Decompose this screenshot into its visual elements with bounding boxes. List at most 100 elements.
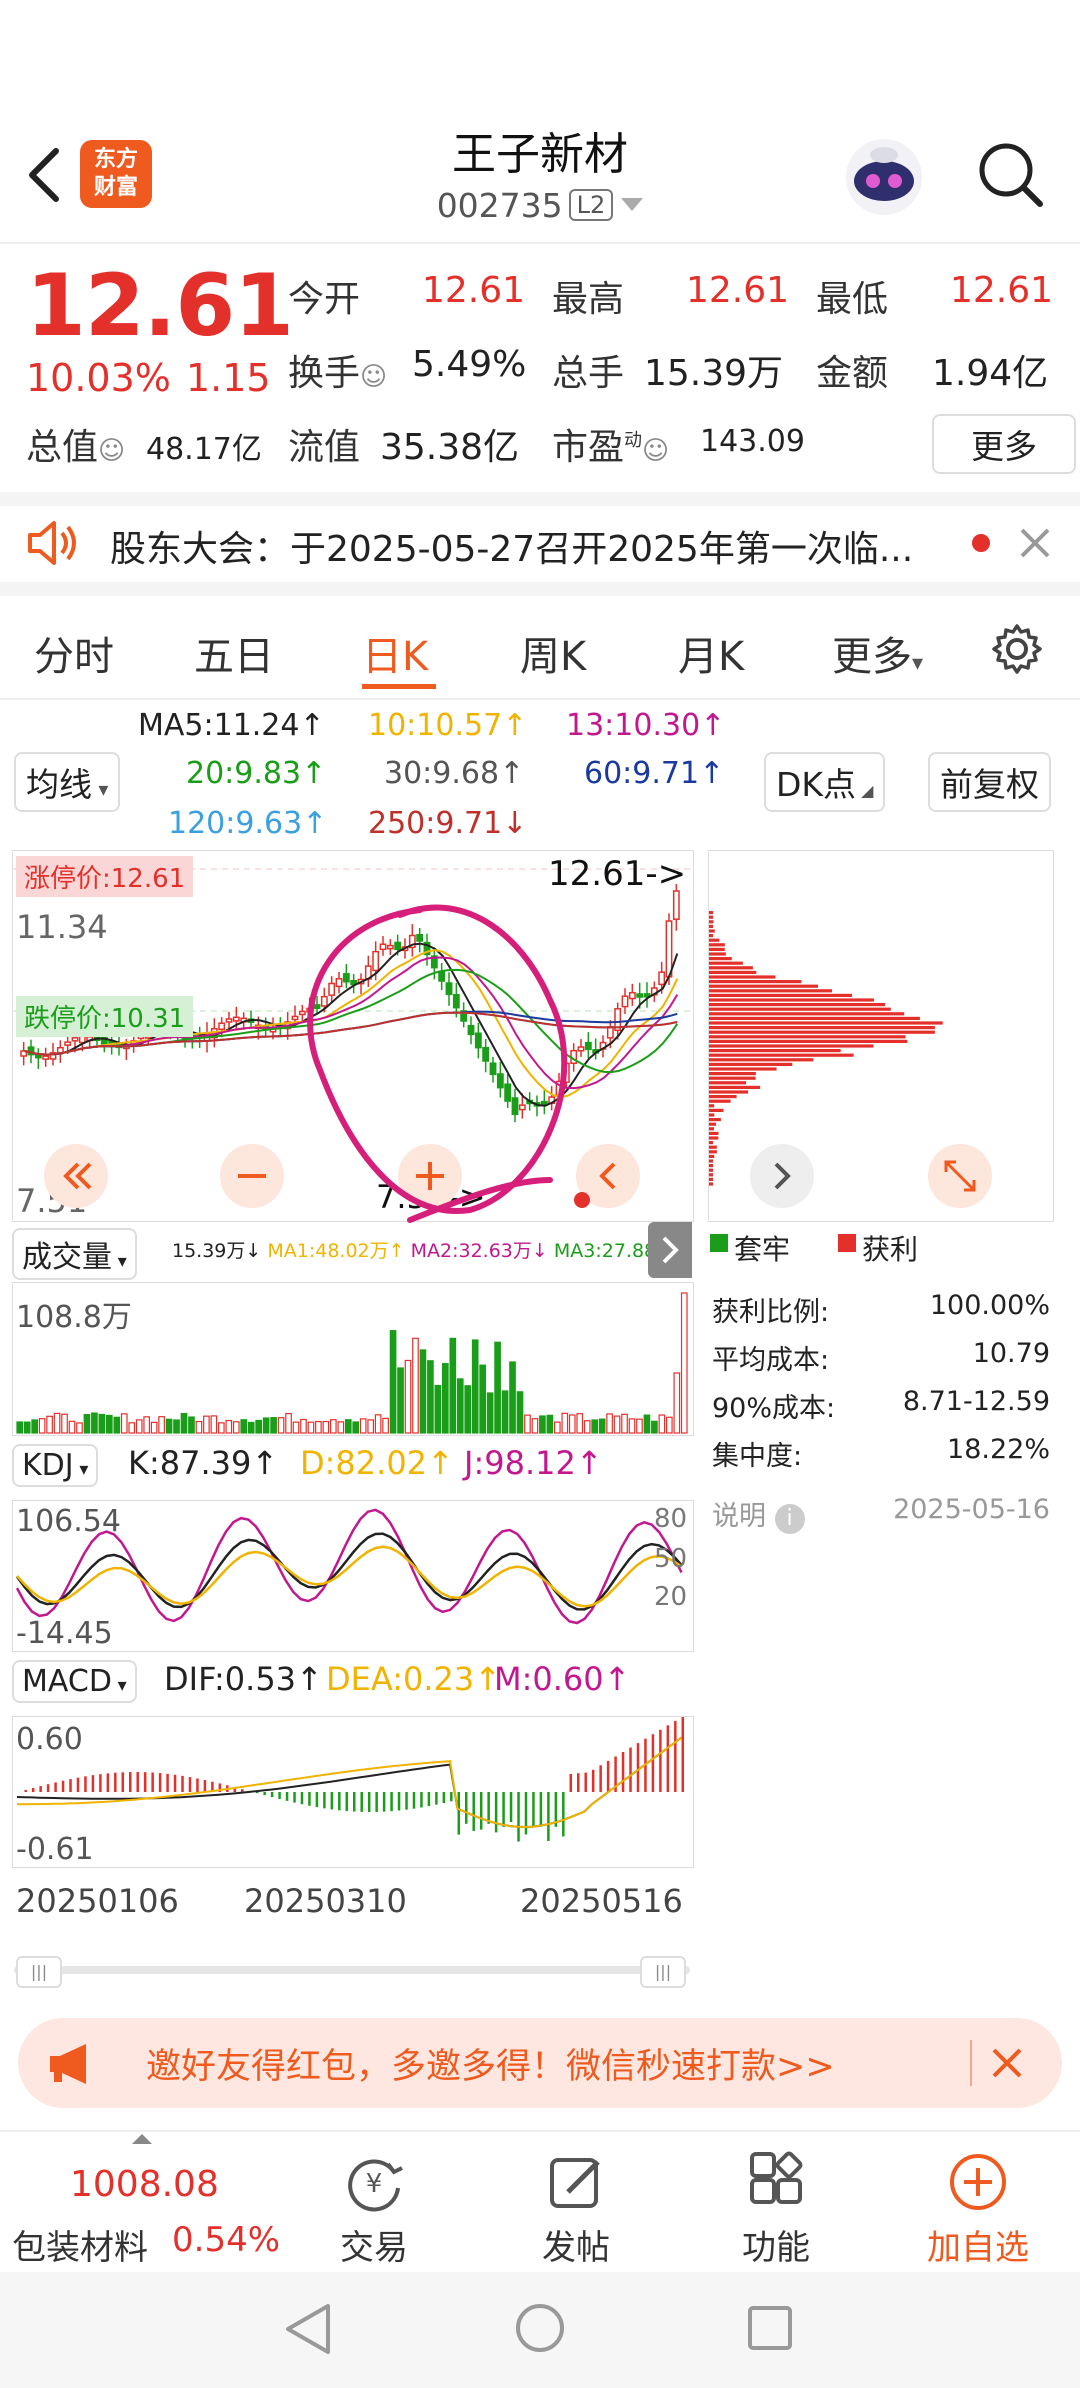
volume-bar: [180, 1412, 188, 1434]
range-handle-right[interactable]: |||: [640, 1956, 686, 1988]
legend-trap-label: 套牢: [734, 1233, 791, 1266]
volume-indicator-dropdown[interactable]: 成交量 ▾: [12, 1228, 137, 1280]
chip-bar: [709, 1007, 891, 1011]
volume-bar: [412, 1337, 419, 1434]
tab-five-day[interactable]: 五日: [194, 624, 274, 682]
chip-next-button[interactable]: [750, 1144, 814, 1208]
change-value: 1.15: [186, 356, 271, 400]
nav-add-watchlist-label: 加自选: [927, 2228, 1029, 2268]
nav-add-watchlist[interactable]: 加自选: [918, 2132, 1038, 2269]
volume-label: 总手: [552, 353, 625, 394]
volume-bar: [143, 1416, 151, 1434]
scroll-left-button[interactable]: [44, 1144, 108, 1208]
banner-close-icon[interactable]: [988, 2044, 1026, 2082]
chip-bar: [709, 1085, 761, 1089]
volume-bar: [456, 1378, 464, 1434]
chip-bar: [709, 943, 725, 947]
zoom-out-button[interactable]: [220, 1144, 284, 1208]
top-price-marker: 12.61->: [548, 854, 687, 894]
legend-profit-label: 获利: [862, 1233, 919, 1266]
search-icon[interactable]: [976, 140, 1046, 210]
macd-histogram-bar: [84, 1776, 87, 1792]
legend-trap-swatch: [710, 1234, 728, 1252]
turnover-label: 换手☺: [288, 353, 388, 394]
macd-histogram-bar: [323, 1792, 326, 1809]
volume-bar: [359, 1418, 367, 1434]
volume-bar: [315, 1420, 322, 1434]
caret-up-icon: [132, 2134, 152, 2144]
tab-weekly-k[interactable]: 周K: [520, 624, 586, 682]
macd-histogram-bar: [196, 1778, 199, 1792]
macd-histogram-bar: [91, 1775, 95, 1792]
robot-avatar-icon[interactable]: [842, 135, 926, 219]
kdj-y-min: -14.45: [16, 1616, 113, 1651]
kdj-dropdown[interactable]: KDJ ▾: [12, 1444, 99, 1487]
chip-bar: [709, 957, 732, 961]
nav-function[interactable]: 功能: [716, 2132, 836, 2269]
volume-bar: [651, 1420, 658, 1434]
range-scrollbar-track[interactable]: [14, 1966, 690, 1974]
chip-bar: [709, 1030, 935, 1034]
nav-post[interactable]: 发帖: [516, 2132, 636, 2269]
volume-bar: [128, 1422, 136, 1434]
chip-bar: [709, 989, 833, 993]
note-link[interactable]: 说明 i: [712, 1494, 805, 1534]
sector-name[interactable]: 包装材料: [12, 2220, 148, 2269]
speaker-icon: [26, 518, 82, 568]
chip-bar: [709, 1177, 713, 1181]
nav-trade[interactable]: ¥ 交易: [314, 2132, 434, 2269]
volume-bar: [539, 1415, 546, 1434]
macd-histogram-bar: [61, 1780, 65, 1792]
volume-bar: [553, 1421, 561, 1434]
level-badge: L2: [568, 189, 614, 221]
chip-bar: [709, 1076, 756, 1080]
close-icon[interactable]: [1018, 526, 1052, 560]
ma-type-dropdown[interactable]: 均线 ▾: [14, 752, 121, 812]
expand-icon[interactable]: [928, 1144, 992, 1208]
volume-bar: [83, 1413, 91, 1434]
tab-monthly-k[interactable]: 月K: [678, 624, 744, 682]
macd-histogram-bar: [539, 1792, 543, 1827]
chip-bar: [709, 1150, 717, 1154]
more-button[interactable]: 更多: [932, 414, 1076, 474]
avg-cost-label: 平均成本:: [712, 1345, 830, 1376]
system-recents-icon[interactable]: [746, 2304, 794, 2352]
macd-histogram-bar: [181, 1775, 184, 1792]
adjust-button[interactable]: 前复权: [928, 752, 1051, 812]
chip-bar: [709, 1072, 756, 1076]
macd-histogram-bar: [338, 1792, 341, 1811]
volume-bar: [23, 1421, 31, 1434]
volume-bar: [628, 1418, 636, 1434]
open-value: 12.61: [422, 270, 526, 311]
settings-gear-icon[interactable]: [990, 622, 1044, 676]
chip-bar: [709, 961, 743, 965]
system-back-icon[interactable]: [284, 2302, 334, 2356]
chip-bar: [709, 1016, 920, 1020]
macd-dif: DIF:0.53↑: [164, 1660, 323, 1698]
macd-histogram-bar: [54, 1782, 57, 1792]
chip-bar: [709, 947, 725, 951]
range-handle-left[interactable]: |||: [16, 1956, 62, 1988]
volume-bar: [76, 1422, 83, 1434]
chip-bar: [709, 1108, 724, 1112]
macd-histogram-bar: [651, 1734, 655, 1792]
notice-text[interactable]: 股东大会：于2025-05-27召开2025年第一次临...: [110, 520, 950, 572]
sector-index-value[interactable]: 1008.08: [70, 2164, 219, 2205]
candle: [42, 1055, 50, 1060]
tab-daily-k[interactable]: 日K: [362, 624, 428, 682]
promo-banner[interactable]: 邀好友得红包，多邀多得！微信秒速打款>>: [18, 2018, 1062, 2108]
expand-panel-button[interactable]: [648, 1222, 692, 1278]
volume-bar: [374, 1414, 382, 1434]
macd-histogram-bar: [420, 1792, 423, 1808]
ma5-value: MA5:11.24↑: [138, 708, 325, 743]
section-gap: [0, 492, 1080, 506]
macd-histogram-bar: [442, 1792, 446, 1804]
volume-bar: [404, 1359, 412, 1434]
tab-minute[interactable]: 分时: [34, 624, 114, 682]
tab-more[interactable]: 更多▾: [832, 624, 923, 682]
macd-dropdown[interactable]: MACD ▾: [12, 1660, 137, 1703]
macd-histogram-bar: [450, 1792, 453, 1802]
dk-point-button[interactable]: DK点 ◢: [764, 752, 886, 812]
chip-bar: [709, 966, 753, 970]
system-home-icon[interactable]: [514, 2302, 566, 2354]
